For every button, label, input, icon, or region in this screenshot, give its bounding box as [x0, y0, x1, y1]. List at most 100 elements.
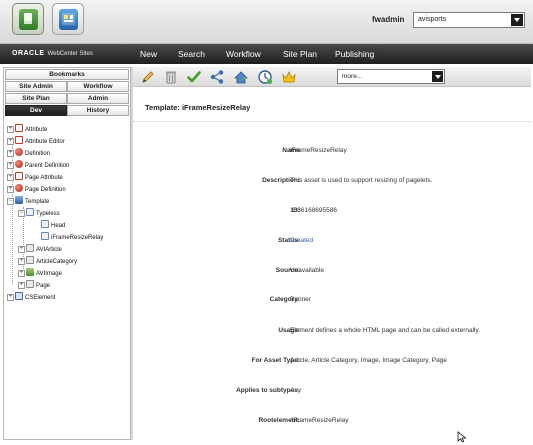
expand-icon[interactable]: + [7, 126, 14, 133]
tree-node-page[interactable]: + Page [18, 280, 50, 291]
nav-publishing[interactable]: Publishing [335, 49, 374, 59]
tree-node-iframeresizerelay[interactable]: iFrameResizeRelay [41, 232, 103, 243]
tree-node-parent-definition[interactable]: + Parent Definition [7, 160, 69, 171]
tree-node-head[interactable]: Head [41, 220, 65, 231]
page-title: Template: iFrameResizeRelay [145, 103, 251, 112]
tree-node-cselement[interactable]: + CSElement [7, 292, 55, 303]
field-value: Any [290, 387, 302, 394]
expand-icon[interactable]: + [18, 246, 25, 253]
tree-node-articlecategory[interactable]: + ArticleCategory [18, 256, 77, 267]
tree-node-page-definition[interactable]: + Page Definition [7, 184, 66, 195]
tree-node-label: CSElement [25, 295, 56, 301]
page-attribute-icon [15, 172, 23, 180]
nav-site-plan[interactable]: Site Plan [283, 49, 317, 59]
tab-site-plan[interactable]: Site Plan [5, 93, 67, 104]
tree-node-label: Parent Definition [25, 163, 70, 169]
expand-icon[interactable]: + [7, 294, 14, 301]
tab-admin[interactable]: Admin [67, 93, 129, 104]
tab-history[interactable]: History [67, 105, 129, 116]
tree-node-label: Page [36, 283, 51, 289]
tab-dev[interactable]: Dev [5, 105, 67, 116]
field-applies-to-subtypes: Applies to subtypes: Any [133, 387, 531, 399]
folder-icon [26, 280, 34, 288]
tree-node-aviimage[interactable]: + AVIImage [18, 268, 62, 279]
expand-icon[interactable]: + [18, 258, 25, 265]
tree-node-typeless[interactable]: − Typeless [18, 208, 60, 219]
tree-node-label: AVIArticle [36, 247, 62, 253]
tree-node-page-attribute[interactable]: + Page Attribute [7, 172, 63, 183]
username-label: fwadmin [372, 15, 405, 24]
field-value: iFrameResizeRelay [290, 147, 347, 154]
main-nav-bar: ORACLE WebCenter Sites New Search Workflo… [0, 44, 533, 64]
tree-node-label: AVIImage [36, 271, 62, 277]
expand-icon[interactable]: + [18, 270, 25, 277]
page-definition-icon [15, 184, 23, 192]
tree-node-label: Typeless [36, 211, 60, 217]
tree-node-attribute-editor[interactable]: + Attribute Editor [7, 136, 65, 147]
mouse-cursor-icon [457, 431, 467, 443]
bookmark-icon[interactable] [281, 69, 297, 85]
tree-node-aviarticle[interactable]: + AVIArticle [18, 244, 62, 255]
expand-icon[interactable]: + [7, 150, 14, 157]
collapse-icon[interactable]: − [18, 210, 25, 217]
admin-app-button[interactable] [12, 3, 44, 35]
expand-icon[interactable]: + [18, 282, 25, 289]
field-status: Status: Created [133, 237, 531, 249]
chevron-down-icon[interactable] [511, 14, 523, 26]
expand-icon[interactable]: + [7, 174, 14, 181]
more-actions-value: more... [342, 73, 363, 80]
site-select[interactable]: avisports [413, 12, 525, 28]
parent-definition-icon [15, 160, 23, 168]
typeless-icon [26, 208, 34, 216]
more-actions-select[interactable]: more... [337, 69, 445, 84]
asset-panel: more... Template: iFrameResizeRelay Name… [133, 67, 531, 440]
nav-workflow[interactable]: Workflow [226, 49, 261, 59]
field-id: ID: 1336168695586 [133, 207, 531, 219]
asset-toolbar: more... [133, 67, 531, 87]
preview-icon[interactable] [233, 69, 249, 85]
tree-node-label: Template [25, 199, 50, 205]
delete-icon[interactable] [163, 69, 179, 85]
tab-bookmarks[interactable]: Bookmarks [5, 69, 129, 80]
expand-icon[interactable]: + [7, 186, 14, 193]
expand-icon[interactable]: + [7, 138, 14, 145]
status-icon[interactable] [257, 69, 273, 85]
template-icon [15, 196, 23, 204]
tab-site-admin[interactable]: Site Admin [5, 81, 67, 92]
definition-icon [15, 148, 23, 156]
tree-node-label: Definition [25, 151, 51, 157]
site-select-value: avisports [418, 16, 447, 23]
field-for-asset-type: For Asset Type: Article, Article Categor… [133, 357, 531, 369]
brand-logo: ORACLE WebCenter Sites [12, 50, 93, 57]
tree-node-attribute[interactable]: + Attribute [7, 124, 47, 135]
contributor-app-button[interactable] [52, 3, 84, 35]
status-link[interactable]: Created [290, 237, 313, 244]
expand-icon[interactable]: + [7, 162, 14, 169]
contributor-app-icon [59, 9, 78, 30]
field-value: Banner [290, 296, 311, 303]
top-bar: fwadmin avisports [0, 0, 533, 44]
field-value: /iFrameResizeRelay [290, 417, 349, 424]
tree-node-label: Page Attribute [25, 175, 63, 181]
share-icon[interactable] [209, 69, 225, 85]
nav-search[interactable]: Search [178, 49, 205, 59]
field-value: 1336168695586 [290, 207, 337, 214]
template-item-icon [41, 232, 49, 240]
brand-oracle: ORACLE [12, 50, 45, 57]
tree-node-label: Attribute [25, 127, 48, 133]
nav-new[interactable]: New [140, 49, 157, 59]
field-value: Article, Article Category, Image, Image … [290, 357, 447, 364]
field-value: Unavailable [290, 267, 324, 274]
admin-app-icon [19, 9, 38, 30]
tab-workflow[interactable]: Workflow [67, 81, 129, 92]
chevron-down-icon[interactable] [432, 71, 443, 82]
cselement-icon [15, 292, 23, 300]
field-rootelement: Rootelement: /iFrameResizeRelay [133, 417, 531, 429]
approve-icon[interactable] [186, 69, 202, 85]
field-source: Source: Unavailable [133, 267, 531, 279]
edit-icon[interactable] [140, 69, 156, 85]
collapse-icon[interactable]: − [7, 198, 14, 205]
tree-node-template[interactable]: − Template [7, 196, 49, 207]
tree-node-definition[interactable]: + Definition [7, 148, 50, 159]
field-usage: Usage: Element defines a whole HTML page… [133, 327, 531, 339]
